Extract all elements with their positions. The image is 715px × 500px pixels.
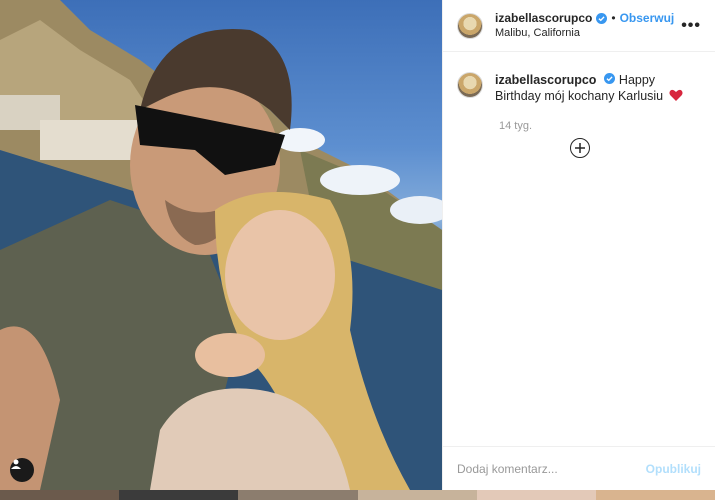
publish-button[interactable]: Opublikuj — [646, 462, 701, 476]
follow-button[interactable]: Obserwuj — [620, 11, 675, 26]
comment-form: Opublikuj — [443, 446, 715, 490]
header-text: izabellascorupco • Obserwuj Malibu, Cali… — [495, 11, 681, 41]
thumbnail[interactable] — [357, 490, 477, 500]
caption-username[interactable]: izabellascorupco — [495, 73, 596, 87]
caption-verified-badge-icon — [604, 73, 616, 84]
caption-comment: izabellascorupco Happy Birthday mój koch… — [443, 52, 715, 104]
caption-avatar[interactable] — [457, 72, 483, 98]
post-dialog: izabellascorupco • Obserwuj Malibu, Cali… — [0, 0, 715, 490]
selfie-illustration — [0, 0, 442, 490]
thumbnail[interactable] — [0, 490, 120, 500]
feed-thumbnails-strip — [0, 490, 715, 500]
avatar[interactable] — [457, 12, 483, 39]
red-heart-emoji-icon — [669, 89, 683, 101]
user-tag-icon[interactable] — [10, 458, 34, 482]
post-time[interactable]: 14 tyg. — [443, 104, 715, 132]
load-more-comments-button[interactable] — [570, 138, 590, 158]
post-photo[interactable] — [0, 0, 442, 490]
post-header: izabellascorupco • Obserwuj Malibu, Cali… — [443, 0, 715, 52]
username-link[interactable]: izabellascorupco — [495, 11, 592, 26]
thumbnail[interactable] — [595, 490, 715, 500]
post-sidebar: izabellascorupco • Obserwuj Malibu, Cali… — [442, 0, 715, 490]
comment-input[interactable] — [457, 461, 646, 476]
caption-body: izabellascorupco Happy Birthday mój koch… — [495, 72, 701, 104]
more-options-icon[interactable]: ••• — [681, 17, 701, 35]
plus-icon — [575, 143, 585, 153]
thumbnail[interactable] — [238, 490, 358, 500]
separator-dot: • — [611, 10, 616, 25]
header-row: izabellascorupco • Obserwuj — [495, 11, 681, 26]
thumbnail[interactable] — [119, 490, 239, 500]
verified-badge-icon — [596, 12, 608, 24]
location-link[interactable]: Malibu, California — [495, 26, 681, 41]
thumbnail[interactable] — [476, 490, 596, 500]
